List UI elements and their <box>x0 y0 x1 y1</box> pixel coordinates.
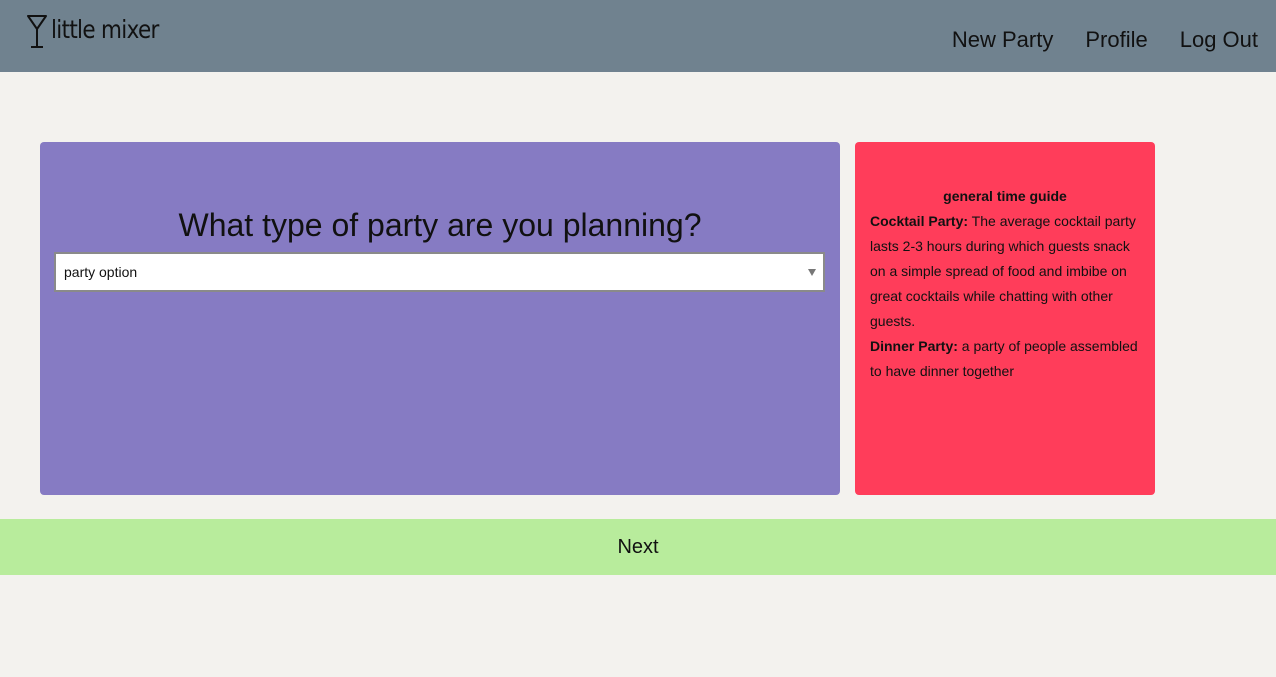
nav-links: New Party Profile Log Out <box>952 26 1258 54</box>
party-option-select[interactable]: party option <box>54 252 825 292</box>
nav-profile-link[interactable]: Profile <box>1085 26 1147 54</box>
logo-text: little mixer <box>51 15 159 44</box>
cocktail-glass-icon <box>27 15 47 48</box>
party-type-question: What type of party are you planning? <box>178 207 702 243</box>
guide-entry-cocktail-party: Cocktail Party: The average cocktail par… <box>870 209 1140 334</box>
guide-entry-dinner-party: Dinner Party: a party of people assemble… <box>870 334 1140 384</box>
top-navbar: little mixer New Party Profile Log Out <box>0 0 1276 72</box>
guide-entry-text: The average cocktail party lasts 2-3 hou… <box>870 213 1136 329</box>
nav-log-out-link[interactable]: Log Out <box>1180 26 1258 54</box>
next-button[interactable]: Next <box>0 519 1276 575</box>
party-option-select-value: party option <box>64 264 138 280</box>
guide-title: general time guide <box>943 188 1067 204</box>
guide-entry-term: Cocktail Party: <box>870 213 969 229</box>
party-type-card <box>40 142 840 495</box>
time-guide-card: general time guide Cocktail Party: The a… <box>855 142 1155 495</box>
logo[interactable]: little mixer <box>26 14 176 50</box>
chevron-down-icon <box>808 269 816 276</box>
guide-entry-term: Dinner Party: <box>870 338 958 354</box>
nav-new-party-link[interactable]: New Party <box>952 26 1053 54</box>
